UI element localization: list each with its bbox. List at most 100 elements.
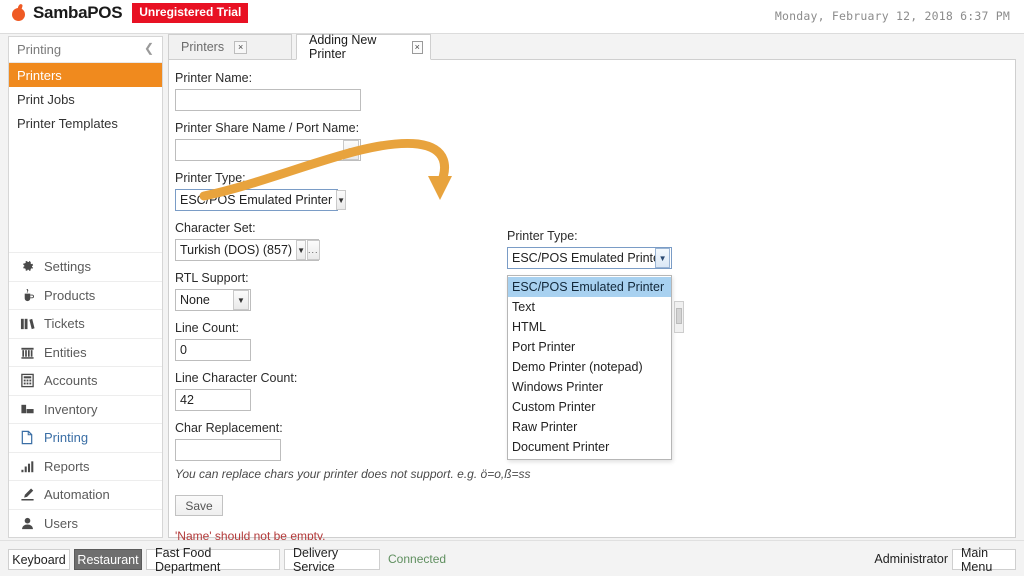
document-icon xyxy=(19,430,35,446)
main-menu-button[interactable]: Main Menu xyxy=(952,546,1016,574)
line-count-label: Line Count: xyxy=(175,321,239,335)
brand-logo: SambaPOS Unregistered Trial xyxy=(10,3,249,23)
current-user: Administrator xyxy=(874,552,948,566)
books-icon xyxy=(19,316,35,332)
sidebar-item-printing[interactable]: Printing xyxy=(9,423,162,452)
calculator-icon xyxy=(19,373,35,389)
chevron-down-icon[interactable]: ▼ xyxy=(296,240,306,260)
pen-icon xyxy=(19,487,35,503)
printer-type-combo[interactable]: ESC/POS Emulated Printer ▼ xyxy=(175,189,347,211)
browse-button[interactable]: ... xyxy=(306,240,320,260)
sidebar-item-print-jobs[interactable]: Print Jobs xyxy=(9,87,162,111)
close-icon[interactable]: × xyxy=(234,40,248,54)
list-item[interactable]: Text xyxy=(508,297,671,317)
list-item[interactable]: Document Printer xyxy=(508,437,671,457)
sidebar-title: Printing xyxy=(17,42,62,57)
line-character-count-label: Line Character Count: xyxy=(175,371,298,385)
status-button-fast-food-department[interactable]: Fast Food Department xyxy=(146,546,280,574)
datetime-display: Monday, February 12, 2018 6:37 PM xyxy=(774,9,1010,23)
tab-printers[interactable]: Printers × xyxy=(168,34,292,60)
sidebar-item-label: Users xyxy=(44,515,78,531)
sidebar-item-accounts[interactable]: Accounts xyxy=(9,366,162,395)
sidebar-item-inventory[interactable]: Inventory xyxy=(9,394,162,424)
printer-type-options-list[interactable]: ESC/POS Emulated Printer Text HTML Port … xyxy=(507,275,672,460)
sidebar-item-label: Printer Templates xyxy=(17,115,118,131)
printer-type-dropdown-value: ESC/POS Emulated Printer xyxy=(512,251,656,265)
printer-type-dropdown[interactable]: ESC/POS Emulated Printer ▼ xyxy=(507,247,672,269)
sidebar-item-label: Print Jobs xyxy=(17,91,75,107)
tab-adding-new-printer[interactable]: Adding New Printer × xyxy=(296,33,431,61)
list-item[interactable]: HTML xyxy=(508,317,671,337)
close-icon[interactable]: × xyxy=(411,40,423,54)
printer-type-value: ESC/POS Emulated Printer xyxy=(180,193,333,207)
brand-name: SambaPOS xyxy=(33,3,123,22)
printer-name-input[interactable] xyxy=(175,89,361,111)
sidebar-item-automation[interactable]: Automation xyxy=(9,480,162,509)
status-button-restaurant[interactable]: Restaurant xyxy=(74,549,142,570)
chevron-down-icon[interactable]: ▼ xyxy=(343,140,359,160)
sidebar-item-label: Reports xyxy=(44,458,90,474)
bank-icon xyxy=(19,344,35,360)
sidebar-item-reports[interactable]: Reports xyxy=(9,451,162,481)
sidebar-item-products[interactable]: Products xyxy=(9,280,162,310)
sidebar-item-label: Settings xyxy=(44,259,91,275)
sidebar-item-users[interactable]: Users xyxy=(9,508,162,538)
char-replacement-hint: You can replace chars your printer does … xyxy=(175,467,531,481)
trial-badge: Unregistered Trial xyxy=(132,3,249,23)
gear-icon xyxy=(19,259,35,275)
sidebar-module-nav: Settings Products Tickets Entities Accou… xyxy=(9,252,162,537)
scrollbar[interactable] xyxy=(674,301,684,333)
sidebar-item-printers[interactable]: Printers xyxy=(9,63,162,87)
list-item[interactable]: Raw Printer xyxy=(508,417,671,437)
list-item[interactable]: Demo Printer (notepad) xyxy=(508,357,671,377)
status-button-delivery-service[interactable]: Delivery Service xyxy=(284,546,380,574)
status-bar: Keyboard Restaurant Fast Food Department… xyxy=(0,540,1024,576)
sidebar-header: Printing ❮ xyxy=(9,37,162,63)
application-window: SambaPOS Unregistered Trial Monday, Febr… xyxy=(0,0,1024,576)
sidebar-item-label: Accounts xyxy=(44,373,98,389)
boxes-icon xyxy=(19,401,35,417)
printer-type-panel-label: Printer Type: xyxy=(507,229,578,243)
sidebar-item-label: Automation xyxy=(44,487,110,503)
character-set-value: Turkish (DOS) (857) xyxy=(180,243,293,257)
top-bar: SambaPOS Unregistered Trial Monday, Febr… xyxy=(0,0,1024,34)
sidebar-item-label: Entities xyxy=(44,344,87,360)
character-set-label: Character Set: xyxy=(175,221,256,235)
chevron-down-icon[interactable]: ▼ xyxy=(336,190,347,210)
printer-form: Printer Name: Printer Share Name / Port … xyxy=(175,71,531,543)
share-name-label: Printer Share Name / Port Name: xyxy=(175,121,360,135)
character-set-combo[interactable]: Turkish (DOS) (857) ▼ ... xyxy=(175,239,320,261)
bar-chart-icon xyxy=(19,458,35,474)
list-item[interactable]: Windows Printer xyxy=(508,377,671,397)
sidebar-item-tickets[interactable]: Tickets xyxy=(9,309,162,338)
rtl-support-value: None xyxy=(180,293,210,307)
tab-strip: Printers × Adding New Printer × xyxy=(168,33,1016,61)
user-icon xyxy=(19,515,35,531)
sidebar-item-printer-templates[interactable]: Printer Templates xyxy=(9,111,162,135)
chevron-left-icon[interactable]: ❮ xyxy=(144,41,154,55)
cup-icon xyxy=(19,287,35,303)
sidebar-item-label: Products xyxy=(44,287,96,303)
status-button-keyboard[interactable]: Keyboard xyxy=(8,549,70,570)
tab-label: Printers xyxy=(181,40,225,54)
sidebar-item-label: Printing xyxy=(44,430,89,446)
share-name-combo[interactable]: ▼ xyxy=(175,139,361,161)
save-button[interactable]: Save xyxy=(175,495,223,516)
sidebar-item-label: Printers xyxy=(17,67,62,83)
scrollbar-thumb[interactable] xyxy=(676,308,682,324)
list-item[interactable]: ESC/POS Emulated Printer xyxy=(508,277,671,297)
list-item[interactable]: Port Printer xyxy=(508,337,671,357)
sidebar-item-settings[interactable]: Settings xyxy=(9,252,162,281)
rtl-support-label: RTL Support: xyxy=(175,271,249,285)
rtl-support-combo[interactable]: None ▼ xyxy=(175,289,251,311)
line-character-count-input[interactable] xyxy=(175,389,251,411)
chevron-down-icon[interactable]: ▼ xyxy=(655,248,670,268)
sidebar: Printing ❮ Printers Print Jobs Printer T… xyxy=(8,36,163,538)
sidebar-item-entities[interactable]: Entities xyxy=(9,337,162,367)
chevron-down-icon[interactable]: ▼ xyxy=(233,290,249,310)
line-count-input[interactable] xyxy=(175,339,251,361)
connection-status: Connected xyxy=(388,552,447,566)
list-item[interactable]: Custom Printer xyxy=(508,397,671,417)
printer-type-label: Printer Type: xyxy=(175,171,246,185)
char-replacement-input[interactable] xyxy=(175,439,281,461)
